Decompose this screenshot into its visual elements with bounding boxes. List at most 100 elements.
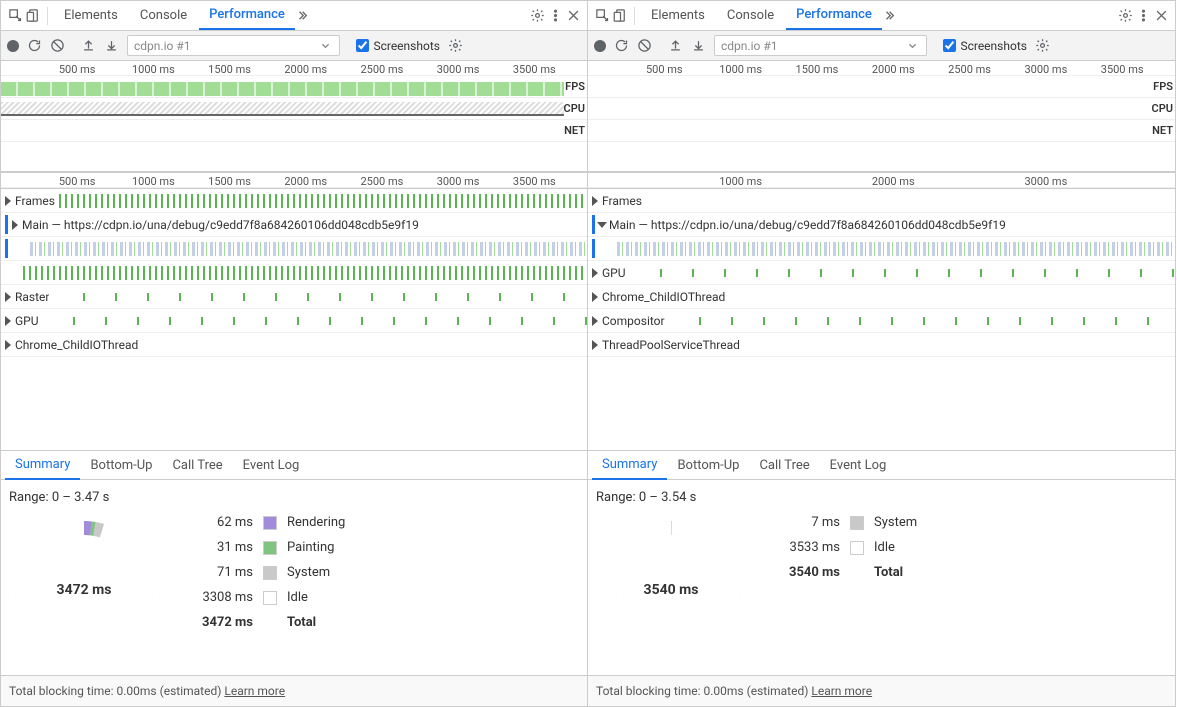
legend-row: 3472 msTotal <box>189 615 345 630</box>
flame-track[interactable] <box>1 261 587 285</box>
flame-track[interactable]: Frames <box>588 189 1175 213</box>
btab-summary[interactable]: Summary <box>5 451 80 480</box>
legend-swatch <box>263 541 277 555</box>
inspect-icon[interactable] <box>7 8 23 24</box>
legend-swatch <box>850 516 864 530</box>
overview-ruler[interactable]: 500 ms1000 ms1500 ms2000 ms2500 ms3000 m… <box>1 61 587 76</box>
btab-call tree[interactable]: Call Tree <box>749 452 819 479</box>
flame-chart[interactable]: FramesMain — https://cdpn.io/una/debug/c… <box>588 189 1175 450</box>
flame-track-data[interactable] <box>1 237 587 261</box>
reload-icon[interactable] <box>27 38 42 53</box>
overview[interactable]: FPSCPUNET <box>588 76 1175 172</box>
btab-bottom-up[interactable]: Bottom-Up <box>667 452 749 479</box>
btab-bottom-up[interactable]: Bottom-Up <box>80 452 162 479</box>
tab-performance[interactable]: Performance <box>199 1 295 30</box>
tab-elements[interactable]: Elements <box>54 2 128 29</box>
recording-select[interactable]: cdpn.io #1 <box>714 35 927 56</box>
legend-swatch <box>850 541 864 555</box>
blocking-time-footer: Total blocking time: 0.00ms (estimated) … <box>1 675 587 706</box>
tab-console[interactable]: Console <box>130 2 197 29</box>
overview-cpu: CPU <box>588 98 1175 120</box>
flame-track[interactable]: Compositor <box>588 309 1175 333</box>
device-icon[interactable] <box>612 8 628 24</box>
flame-ruler[interactable]: 1000 ms2000 ms3000 ms <box>588 173 1175 188</box>
summary-tabs: SummaryBottom-UpCall TreeEvent Log <box>1 450 587 480</box>
flame-track[interactable]: Main — https://cdpn.io/una/debug/c9edd7f… <box>588 213 1175 237</box>
expand-icon[interactable] <box>5 316 11 326</box>
learn-more-link[interactable]: Learn more <box>811 684 872 698</box>
flame-ruler[interactable]: 500 ms1000 ms1500 ms2000 ms2500 ms3000 m… <box>1 173 587 188</box>
perf-toolbar: cdpn.io #1 Screenshots <box>588 31 1175 61</box>
perf-toolbar: cdpn.io #1 Screenshots <box>1 31 587 61</box>
overview-net: NET <box>588 120 1175 142</box>
close-icon[interactable] <box>565 8 581 24</box>
kebab-icon[interactable] <box>1135 8 1151 24</box>
flame-track[interactable]: ThreadPoolServiceThread <box>588 333 1175 357</box>
screenshots-checkbox[interactable]: Screenshots <box>943 39 1026 53</box>
legend-row: 3308 msIdle <box>189 590 345 605</box>
expand-icon[interactable] <box>592 196 598 206</box>
gear-icon[interactable] <box>1117 8 1133 24</box>
screenshots-checkbox[interactable]: Screenshots <box>356 39 439 53</box>
expand-icon[interactable] <box>5 292 11 302</box>
overview-net: NET <box>1 120 587 142</box>
selection-bracket <box>5 215 8 234</box>
btab-event log[interactable]: Event Log <box>233 452 310 479</box>
flame-chart[interactable]: FramesMain — https://cdpn.io/una/debug/c… <box>1 189 587 450</box>
record-button[interactable] <box>7 40 19 52</box>
flame-track[interactable]: Raster <box>1 285 587 309</box>
inspect-icon[interactable] <box>594 8 610 24</box>
expand-icon[interactable] <box>12 220 18 230</box>
flame-track[interactable]: Chrome_ChildIOThread <box>1 333 587 357</box>
expand-icon[interactable] <box>592 316 598 326</box>
expand-icon[interactable] <box>5 340 11 350</box>
overview[interactable]: FPSCPUNET <box>1 76 587 172</box>
legend-swatch <box>263 591 277 605</box>
recording-select[interactable]: cdpn.io #1 <box>127 35 340 56</box>
flame-track-data[interactable] <box>588 237 1175 261</box>
expand-icon[interactable] <box>597 222 607 228</box>
device-icon[interactable] <box>25 8 41 24</box>
range-label: Range: 0 – 3.54 s <box>596 490 1167 505</box>
more-tabs-icon[interactable] <box>884 8 900 24</box>
upload-icon[interactable] <box>668 38 683 53</box>
flame-track[interactable]: GPU <box>588 261 1175 285</box>
download-icon[interactable] <box>691 38 706 53</box>
summary-tabs: SummaryBottom-UpCall TreeEvent Log <box>588 450 1175 480</box>
tab-performance[interactable]: Performance <box>786 1 882 30</box>
record-button[interactable] <box>594 40 606 52</box>
tab-elements[interactable]: Elements <box>641 2 715 29</box>
gear-icon[interactable] <box>1035 38 1050 53</box>
flame-track[interactable]: Frames <box>1 189 587 213</box>
clear-icon[interactable] <box>637 38 652 53</box>
kebab-icon[interactable] <box>547 8 563 24</box>
expand-icon[interactable] <box>592 268 598 278</box>
reload-icon[interactable] <box>614 38 629 53</box>
devtools-panel: ElementsConsolePerformance cdpn.io #1 Sc… <box>0 0 588 707</box>
flame-track[interactable]: Main — https://cdpn.io/una/debug/c9edd7f… <box>1 213 587 237</box>
tab-console[interactable]: Console <box>717 2 784 29</box>
gear-icon[interactable] <box>529 8 545 24</box>
flame-track[interactable]: GPU <box>1 309 587 333</box>
flame-track[interactable]: Chrome_ChildIOThread <box>588 285 1175 309</box>
blocking-time-footer: Total blocking time: 0.00ms (estimated) … <box>588 675 1175 706</box>
upload-icon[interactable] <box>81 38 96 53</box>
legend-row: 31 msPainting <box>189 540 345 555</box>
learn-more-link[interactable]: Learn more <box>224 684 285 698</box>
btab-summary[interactable]: Summary <box>592 451 667 480</box>
clear-icon[interactable] <box>50 38 65 53</box>
expand-icon[interactable] <box>592 340 598 350</box>
legend-row: 3533 msIdle <box>776 540 917 555</box>
btab-event log[interactable]: Event Log <box>820 452 897 479</box>
expand-icon[interactable] <box>592 292 598 302</box>
summary-donut: 3540 ms <box>596 515 746 665</box>
overview-ruler[interactable]: 500 ms1000 ms1500 ms2000 ms2500 ms3000 m… <box>588 61 1175 76</box>
expand-icon[interactable] <box>5 196 11 206</box>
gear-icon[interactable] <box>448 38 463 53</box>
more-tabs-icon[interactable] <box>297 8 313 24</box>
legend-swatch <box>263 566 277 580</box>
download-icon[interactable] <box>104 38 119 53</box>
btab-call tree[interactable]: Call Tree <box>162 452 232 479</box>
summary-legend: 7 msSystem3533 msIdle3540 msTotal <box>776 515 917 665</box>
close-icon[interactable] <box>1153 8 1169 24</box>
